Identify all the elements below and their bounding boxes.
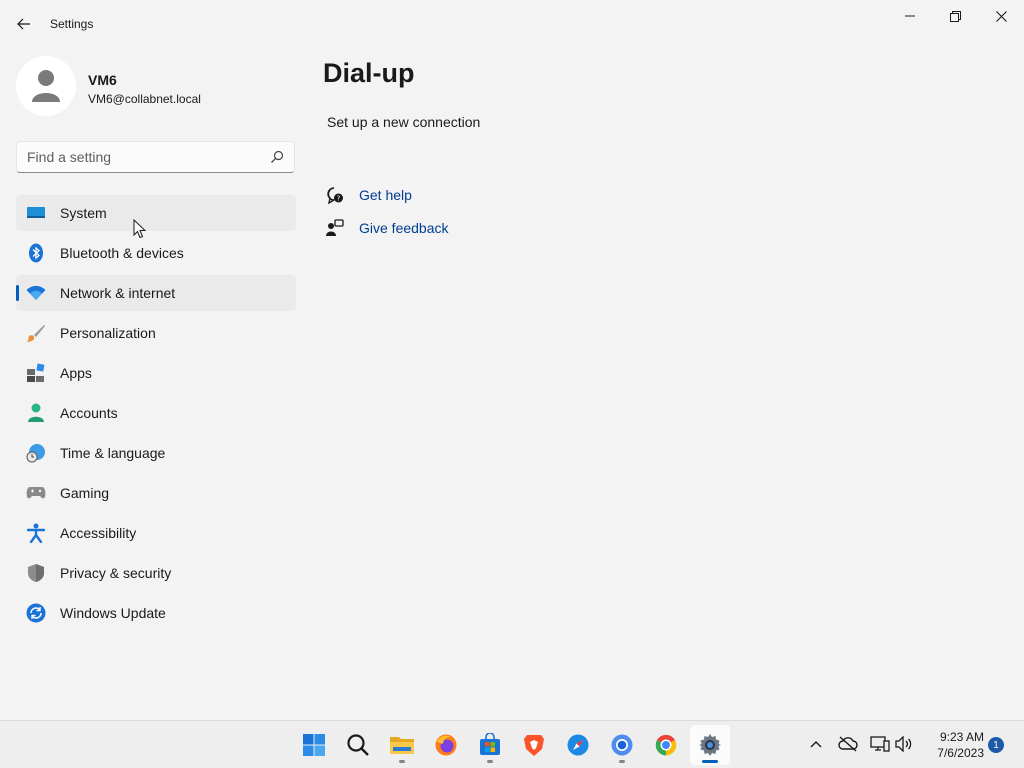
- taskbar-brave[interactable]: [514, 725, 554, 765]
- minimize-icon: [905, 15, 915, 17]
- page-title: Dial-up: [323, 58, 415, 88]
- sidebar-item-label: System: [60, 205, 107, 221]
- help-chat-icon: ?: [325, 185, 345, 205]
- sidebar-item-label: Network & internet: [60, 285, 176, 301]
- feedback-icon: [325, 218, 345, 238]
- sidebar-item-system[interactable]: System: [16, 195, 296, 231]
- clock-date: 7/6/2023: [937, 746, 984, 760]
- sidebar-item-label: Privacy & security: [60, 565, 172, 581]
- sidebar-item-label: Accounts: [60, 405, 118, 421]
- bluetooth-icon: [26, 243, 46, 263]
- update-icon: [26, 603, 46, 623]
- sidebar-item-label: Windows Update: [60, 605, 166, 621]
- firefox-icon: [435, 734, 457, 756]
- chromium-icon: [611, 734, 633, 756]
- taskbar-chromium[interactable]: [602, 725, 642, 765]
- sidebar-item-bluetooth-devices[interactable]: Bluetooth & devices: [16, 235, 296, 271]
- monitor-icon: [26, 204, 46, 222]
- cloud-offline-icon: [838, 736, 858, 752]
- start-button[interactable]: [294, 725, 334, 765]
- network-icon: [870, 736, 890, 752]
- taskbar-file-explorer[interactable]: [382, 725, 422, 765]
- person-icon: [26, 403, 46, 422]
- sidebar-item-time-language[interactable]: Time & language: [16, 435, 296, 471]
- app-title: Settings: [50, 17, 94, 31]
- user-email: VM6@collabnet.local: [88, 92, 201, 106]
- taskbar-search-button[interactable]: [338, 725, 378, 765]
- sidebar-item-accounts[interactable]: Accounts: [16, 395, 296, 431]
- running-indicator: [399, 760, 405, 763]
- user-profile[interactable]: VM6 VM6@collabnet.local: [16, 56, 296, 118]
- globe-clock-icon: [26, 444, 46, 463]
- show-hidden-icons-button[interactable]: [805, 733, 827, 755]
- shield-icon: [26, 564, 46, 582]
- get-help-link[interactable]: ? Get help: [325, 184, 412, 206]
- close-button[interactable]: [978, 0, 1024, 32]
- sidebar-nav: System Bluetooth & devices Network & int…: [16, 195, 296, 635]
- back-button[interactable]: [10, 10, 38, 38]
- taskbar-firefox[interactable]: [426, 725, 466, 765]
- title-bar: Settings: [0, 0, 1024, 48]
- minimize-button[interactable]: [887, 0, 933, 32]
- chevron-up-icon: [810, 741, 822, 748]
- sidebar-item-privacy-security[interactable]: Privacy & security: [16, 555, 296, 591]
- store-icon: [480, 733, 500, 755]
- sidebar-item-gaming[interactable]: Gaming: [16, 475, 296, 511]
- compass-icon: [567, 734, 589, 756]
- running-indicator: [487, 760, 493, 763]
- sidebar-item-network-internet[interactable]: Network & internet: [16, 275, 296, 311]
- sidebar-item-accessibility[interactable]: Accessibility: [16, 515, 296, 551]
- restore-icon: [949, 10, 961, 22]
- search-input[interactable]: [27, 142, 262, 172]
- accessibility-icon: [26, 523, 46, 543]
- volume-button[interactable]: [893, 733, 915, 755]
- sidebar-item-label: Gaming: [60, 485, 110, 501]
- gamepad-icon: [26, 484, 46, 502]
- brave-icon: [524, 735, 544, 756]
- onedrive-status-button[interactable]: [837, 733, 859, 755]
- running-indicator: [619, 760, 625, 763]
- network-status-button[interactable]: [869, 733, 891, 755]
- apps-icon: [26, 363, 46, 382]
- volume-icon: [895, 736, 912, 752]
- svg-text:?: ?: [337, 195, 341, 203]
- sidebar-item-label: Bluetooth & devices: [60, 245, 184, 261]
- clock-time: 9:23 AM: [939, 730, 984, 744]
- chrome-icon: [655, 734, 677, 756]
- sidebar-item-label: Personalization: [60, 325, 156, 341]
- taskbar-safari[interactable]: [558, 725, 598, 765]
- setup-new-connection-link[interactable]: Set up a new connection: [327, 114, 480, 130]
- give-feedback-label: Give feedback: [359, 220, 449, 236]
- sidebar-item-windows-update[interactable]: Windows Update: [16, 595, 296, 631]
- search-icon: [347, 734, 369, 756]
- taskbar-microsoft-store[interactable]: [470, 725, 510, 765]
- folder-icon: [390, 737, 414, 754]
- taskbar: 9:23 AM 7/6/2023 1: [0, 720, 1024, 768]
- sidebar-item-label: Time & language: [60, 445, 166, 461]
- brush-icon: [26, 324, 46, 342]
- sidebar-item-personalization[interactable]: Personalization: [16, 315, 296, 351]
- close-icon: [995, 10, 1007, 22]
- taskbar-chrome[interactable]: [646, 725, 686, 765]
- sidebar-item-label: Apps: [60, 365, 92, 381]
- sidebar-item-label: Accessibility: [60, 525, 137, 541]
- avatar: [16, 56, 76, 116]
- sidebar-item-apps[interactable]: Apps: [16, 355, 296, 391]
- gear-icon: [699, 734, 721, 756]
- search-icon[interactable]: [270, 150, 284, 164]
- give-feedback-link[interactable]: Give feedback: [325, 217, 449, 239]
- notification-badge[interactable]: 1: [988, 737, 1004, 753]
- wifi-icon: [26, 284, 46, 302]
- person-placeholder-icon: [32, 70, 60, 102]
- clock[interactable]: 9:23 AM 7/6/2023: [918, 729, 984, 761]
- restore-button[interactable]: [932, 0, 978, 32]
- user-name: VM6: [88, 72, 117, 88]
- windows-logo-icon: [303, 734, 325, 756]
- back-arrow-icon: [17, 18, 30, 30]
- taskbar-settings[interactable]: [690, 725, 730, 765]
- search-box[interactable]: [16, 141, 295, 173]
- mouse-cursor-icon: [133, 219, 146, 239]
- get-help-label: Get help: [359, 187, 412, 203]
- active-indicator: [702, 760, 718, 763]
